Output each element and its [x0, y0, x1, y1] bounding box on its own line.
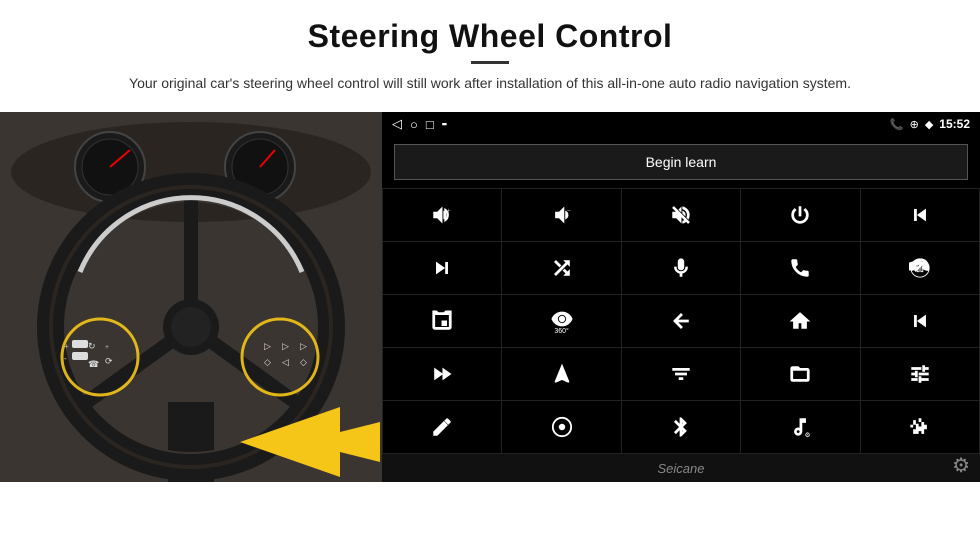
next-track-button[interactable]	[383, 242, 501, 294]
page-title: Steering Wheel Control	[129, 18, 851, 55]
controls-grid: + −	[382, 188, 980, 454]
power-button[interactable]	[741, 189, 859, 241]
time-display: 15:52	[939, 117, 970, 131]
music-button[interactable]: ⚙	[741, 401, 859, 453]
360-view-button[interactable]: 360°	[502, 295, 620, 347]
svg-text:↻: ↻	[88, 341, 96, 351]
status-right: 📞 ⊕ ◆ 15:52	[890, 117, 970, 131]
svg-text:▷: ▷	[282, 341, 289, 351]
control-panel: ◁ ○ □ ▪▪ 📞 ⊕ ◆ 15:52 Begin learn	[382, 112, 980, 482]
page-container: Steering Wheel Control Your original car…	[0, 0, 980, 544]
equalizer-button[interactable]	[622, 348, 740, 400]
svg-text:⟳: ⟳	[105, 356, 113, 366]
home-button[interactable]	[741, 295, 859, 347]
content-area: + - ↻ ☎ + ⟳ ▷ ◇ ▷ ◁ ▷ ◇	[0, 112, 980, 482]
svg-text:+: +	[447, 207, 451, 216]
seicane-watermark: Seicane	[658, 461, 705, 476]
svg-text:−: −	[566, 207, 570, 216]
prev-track-button[interactable]	[861, 189, 979, 241]
back-nav-icon[interactable]: ◁	[392, 116, 402, 132]
volume-down-button[interactable]: −	[502, 189, 620, 241]
navigation-button[interactable]	[502, 348, 620, 400]
svg-text:+: +	[64, 342, 69, 351]
svg-text:◇: ◇	[264, 357, 271, 367]
home-nav-icon[interactable]: ○	[410, 117, 418, 132]
sliders-button[interactable]	[861, 348, 979, 400]
bluetooth-button[interactable]	[622, 401, 740, 453]
svg-text:-: -	[64, 354, 67, 363]
folder-button[interactable]	[741, 348, 859, 400]
location-icon: ⊕	[910, 118, 919, 131]
skip-begin-button[interactable]	[861, 295, 979, 347]
signal-icon: ▪▪	[442, 119, 446, 129]
wifi-icon: ◆	[925, 118, 933, 131]
360-icon: 360°	[551, 308, 573, 335]
camera-button[interactable]	[383, 295, 501, 347]
title-section: Steering Wheel Control Your original car…	[129, 18, 851, 94]
svg-text:▷: ▷	[300, 341, 307, 351]
svg-text:⚙: ⚙	[805, 432, 811, 438]
status-bar: ◁ ○ □ ▪▪ 📞 ⊕ ◆ 15:52	[382, 112, 980, 136]
svg-text:+: +	[105, 343, 109, 351]
volume-mute-button[interactable]	[622, 189, 740, 241]
bottom-bar: Seicane ⚙	[382, 454, 980, 482]
status-left: ◁ ○ □ ▪▪	[392, 116, 446, 132]
volume-up-button[interactable]: +	[383, 189, 501, 241]
begin-learn-row: Begin learn	[382, 136, 980, 188]
microphone-button[interactable]	[622, 242, 740, 294]
pen-button[interactable]	[383, 401, 501, 453]
page-subtitle: Your original car's steering wheel contr…	[129, 72, 851, 94]
phone-call-button[interactable]	[741, 242, 859, 294]
back-button[interactable]	[622, 295, 740, 347]
fast-forward-button[interactable]	[383, 348, 501, 400]
circle-menu-button[interactable]	[502, 401, 620, 453]
begin-learn-button[interactable]: Begin learn	[394, 144, 968, 180]
svg-text:▷: ▷	[264, 341, 271, 351]
hang-up-button[interactable]	[861, 242, 979, 294]
phone-icon: 📞	[890, 118, 904, 131]
steering-wheel-image: + - ↻ ☎ + ⟳ ▷ ◇ ▷ ◁ ▷ ◇	[0, 112, 382, 482]
recents-nav-icon[interactable]: □	[426, 117, 434, 132]
title-divider	[471, 61, 509, 64]
svg-text:◁: ◁	[282, 357, 289, 367]
svg-text:☎: ☎	[88, 359, 99, 369]
svg-text:◇: ◇	[300, 357, 307, 367]
shuffle-button[interactable]	[502, 242, 620, 294]
waveform-button[interactable]	[861, 401, 979, 453]
settings-gear-icon[interactable]: ⚙	[952, 453, 970, 478]
